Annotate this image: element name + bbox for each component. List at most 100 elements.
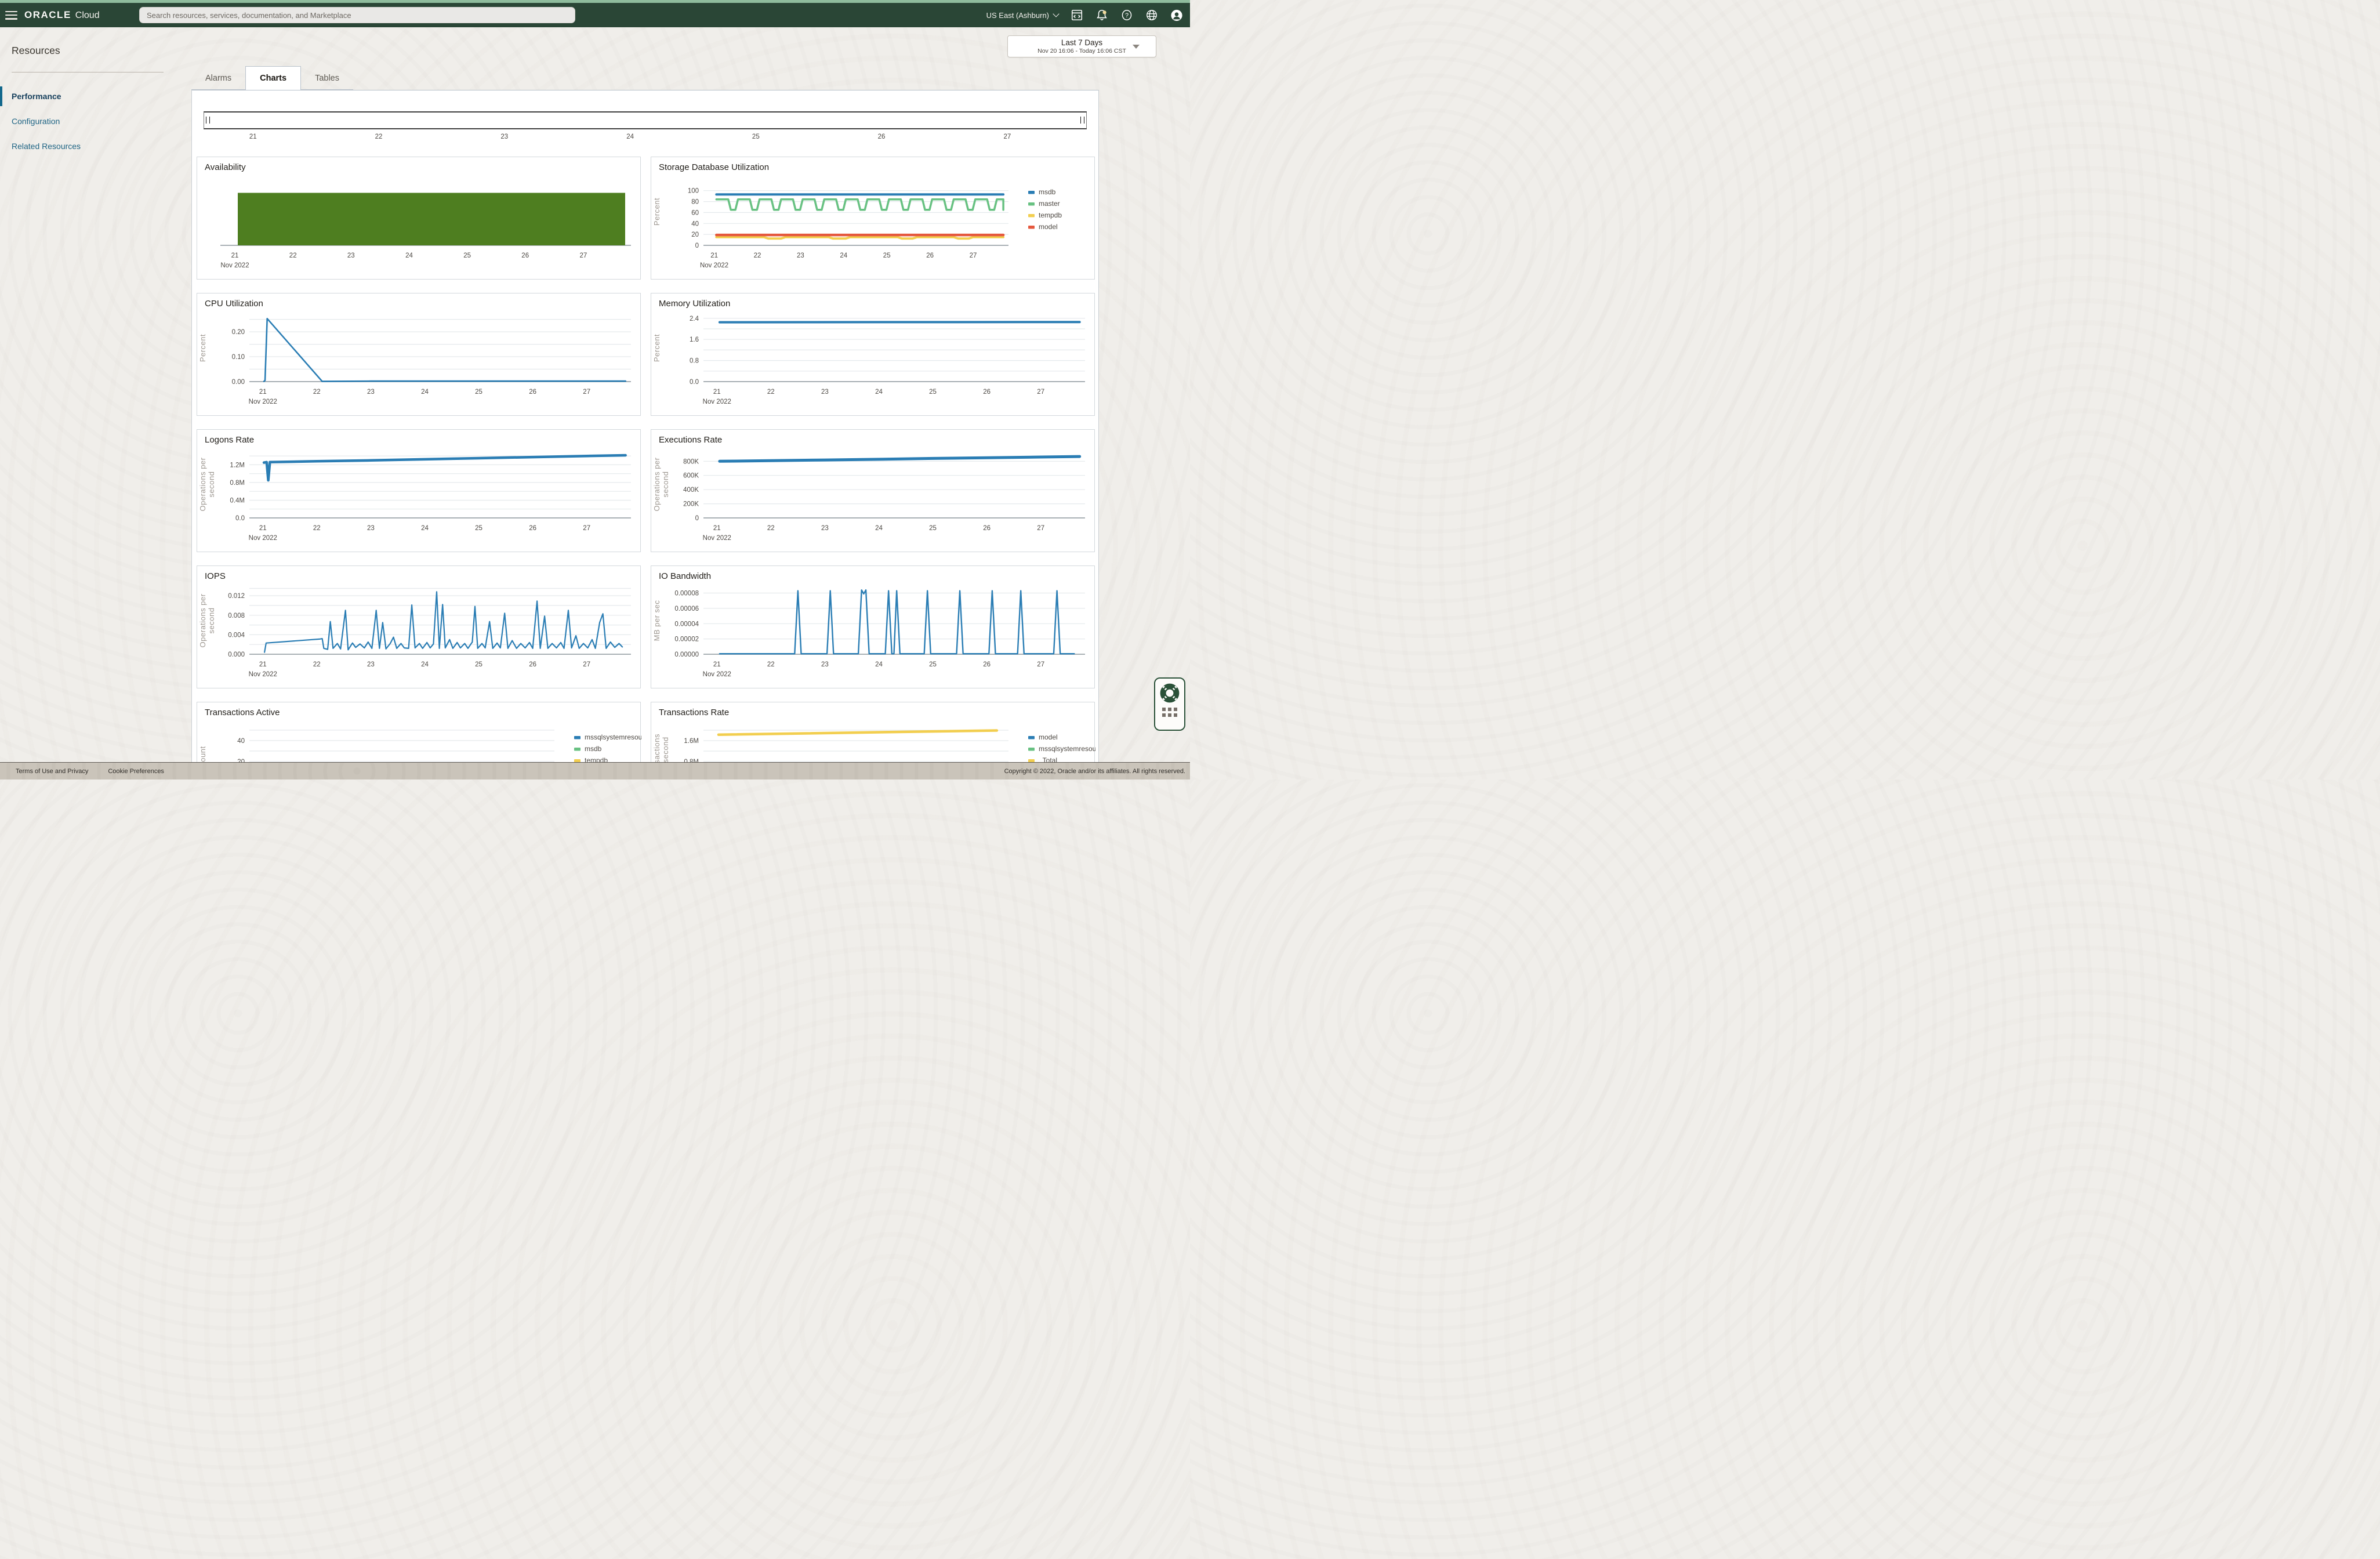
svg-text:master: master [1039, 200, 1060, 208]
region-selector[interactable]: US East (Ashburn) [986, 11, 1058, 20]
tab-tables[interactable]: Tables [301, 67, 353, 90]
date-range-selector[interactable]: Last 7 Days Nov 20 16:06 - Today 16:06 C… [1007, 35, 1156, 57]
help-launcher-widget[interactable] [1154, 677, 1185, 731]
svg-text:25: 25 [929, 661, 937, 668]
svg-text:0.8M: 0.8M [230, 480, 245, 487]
svg-text:0.012: 0.012 [228, 593, 245, 600]
app-header: ORACLE Cloud US East (Ashburn) ? [0, 3, 1190, 27]
tab-alarms[interactable]: Alarms [191, 67, 245, 90]
chart-title: Transactions Active [205, 708, 280, 717]
chart-card-iops: IOPS 0.0000.0040.0080.01221222324252627N… [197, 565, 641, 688]
cloud-shell-icon[interactable] [1071, 9, 1083, 21]
svg-text:27: 27 [580, 252, 587, 259]
chart-title: IOPS [205, 571, 226, 581]
svg-text:Nov 2022: Nov 2022 [703, 398, 731, 405]
svg-text:26: 26 [926, 252, 934, 259]
svg-text:0: 0 [695, 242, 699, 249]
logo-oracle: ORACLE [24, 9, 71, 21]
svg-text:model: model [1039, 223, 1058, 231]
svg-text:?: ? [1125, 12, 1129, 19]
svg-text:21: 21 [231, 252, 239, 259]
svg-text:0.00002: 0.00002 [674, 636, 699, 643]
svg-text:22: 22 [289, 252, 297, 259]
sidebar-item-performance[interactable]: Performance [0, 86, 174, 106]
sidebar-item-related-resources[interactable]: Related Resources [0, 136, 174, 156]
chart-title: Memory Utilization [659, 299, 730, 309]
chart-card-availability: Availability 21222324252627Nov 2022 [197, 157, 641, 280]
svg-text:Nov 2022: Nov 2022 [703, 535, 731, 542]
svg-text:25: 25 [463, 252, 471, 259]
svg-text:msdb: msdb [585, 745, 602, 753]
chart-card-executions-rate: Executions Rate 0200K400K600K800K2122232… [651, 429, 1095, 552]
svg-text:25: 25 [929, 525, 937, 532]
time-range-slider[interactable] [204, 111, 1087, 129]
io-bandwidth-chart: 0.000000.000020.000040.000060.0000821222… [651, 566, 1095, 689]
oracle-cloud-logo[interactable]: ORACLE Cloud [24, 9, 100, 21]
svg-text:27: 27 [583, 661, 590, 668]
svg-text:Nov 2022: Nov 2022 [700, 262, 728, 269]
svg-text:2.4: 2.4 [690, 316, 699, 322]
svg-text:23: 23 [367, 661, 375, 668]
sidebar-item-configuration[interactable]: Configuration [0, 111, 174, 131]
copyright-text: Copyright © 2022, Oracle and/or its affi… [1004, 768, 1185, 775]
help-icon[interactable]: ? [1120, 9, 1133, 21]
svg-text:Nov 2022: Nov 2022 [249, 535, 277, 542]
chart-title: IO Bandwidth [659, 571, 711, 581]
tab-charts[interactable]: Charts [245, 66, 301, 90]
executions-rate-chart: 0200K400K600K800K21222324252627Nov 2022O… [651, 430, 1095, 553]
availability-chart: 21222324252627Nov 2022 [197, 157, 641, 280]
svg-text:0.000: 0.000 [228, 651, 245, 658]
svg-text:25: 25 [929, 389, 937, 396]
region-label: US East (Ashburn) [986, 11, 1049, 20]
svg-text:200K: 200K [683, 501, 699, 508]
svg-text:21: 21 [713, 389, 721, 396]
svg-text:23: 23 [821, 389, 829, 396]
svg-text:24: 24 [875, 389, 883, 396]
svg-text:27: 27 [1037, 661, 1044, 668]
slider-handle-left[interactable] [206, 117, 210, 124]
svg-text:1.6: 1.6 [690, 336, 699, 343]
cookie-preferences-link[interactable]: Cookie Preferences [108, 768, 164, 775]
svg-text:0.4M: 0.4M [230, 498, 245, 505]
search-input[interactable] [139, 7, 575, 23]
svg-text:Operations per: Operations per [652, 457, 661, 511]
svg-text:0.008: 0.008 [228, 612, 245, 619]
dropdown-arrow-icon [1133, 45, 1140, 49]
svg-text:Count: Count [198, 746, 207, 763]
svg-text:21: 21 [710, 252, 718, 259]
svg-text:Nov 2022: Nov 2022 [249, 671, 277, 678]
svg-text:22: 22 [313, 525, 321, 532]
svg-text:mssqlsystemresour…: mssqlsystemresour… [585, 733, 641, 741]
svg-text:26: 26 [529, 661, 536, 668]
chart-title: Transactions Rate [659, 708, 729, 717]
globe-icon[interactable] [1145, 9, 1158, 21]
svg-text:0.00: 0.00 [232, 379, 245, 386]
slider-handle-right[interactable] [1080, 117, 1084, 124]
cpu-utilization-chart: 0.000.100.2021222324252627Nov 2022Percen… [197, 293, 641, 416]
notifications-bell-icon[interactable] [1095, 9, 1108, 21]
svg-text:21: 21 [713, 661, 721, 668]
svg-text:40: 40 [691, 220, 699, 227]
svg-text:mssqlsystemresour…: mssqlsystemresour… [1039, 745, 1095, 753]
chart-title: Availability [205, 162, 246, 172]
menu-icon[interactable] [5, 11, 17, 20]
footer: Terms of Use and Privacy Cookie Preferen… [0, 762, 1190, 780]
svg-text:Nov 2022: Nov 2022 [703, 671, 731, 678]
user-avatar[interactable] [1170, 9, 1183, 21]
chart-card-io-bandwidth: IO Bandwidth 0.000000.000020.000040.0000… [651, 565, 1095, 688]
chart-title: Storage Database Utilization [659, 162, 769, 172]
svg-text:MB per sec: MB per sec [652, 600, 661, 641]
chart-card-cpu-utilization: CPU Utilization 0.000.100.20212223242526… [197, 293, 641, 416]
svg-text:24: 24 [421, 389, 429, 396]
memory-utilization-chart: 0.00.81.62.421222324252627Nov 2022Percen… [651, 293, 1095, 416]
chart-card-transactions-active: Transactions Active 402021222324252627No… [197, 702, 641, 763]
tab-bar: Alarms Charts Tables [191, 66, 353, 90]
svg-text:24: 24 [421, 525, 429, 532]
chart-title: Logons Rate [205, 435, 254, 445]
terms-link[interactable]: Terms of Use and Privacy [16, 768, 88, 775]
svg-text:Percent: Percent [198, 334, 207, 362]
svg-text:Operations per: Operations per [198, 457, 207, 511]
svg-text:26: 26 [529, 389, 536, 396]
svg-text:21: 21 [259, 389, 267, 396]
page-title: Resources [12, 45, 174, 57]
